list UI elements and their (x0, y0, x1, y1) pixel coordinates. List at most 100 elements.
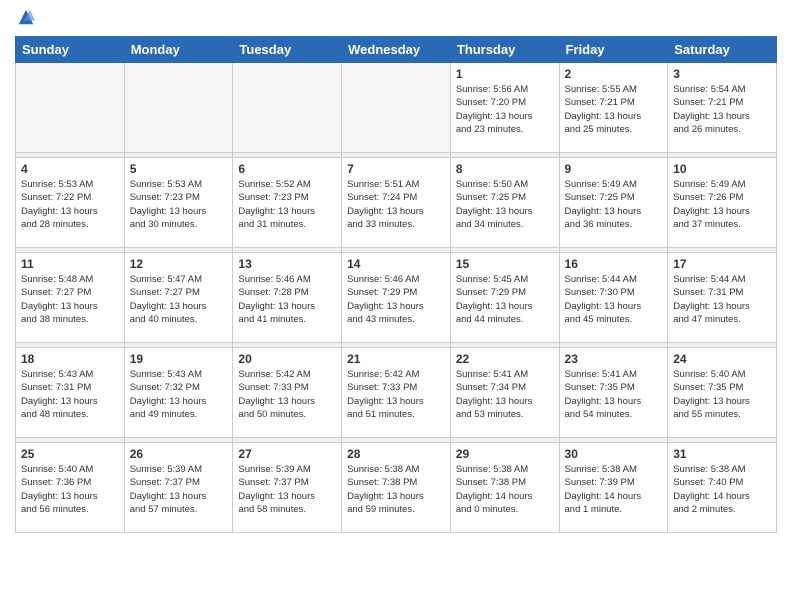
day-number: 18 (21, 352, 119, 366)
day-info: Sunrise: 5:43 AM Sunset: 7:31 PM Dayligh… (21, 368, 119, 421)
logo-icon (17, 8, 35, 26)
calendar-cell: 2 Sunrise: 5:55 AM Sunset: 7:21 PM Daylig… (559, 63, 668, 153)
day-info: Sunrise: 5:42 AM Sunset: 7:33 PM Dayligh… (238, 368, 336, 421)
calendar-week-row: 4 Sunrise: 5:53 AM Sunset: 7:22 PM Daylig… (16, 158, 777, 248)
day-info: Sunrise: 5:44 AM Sunset: 7:30 PM Dayligh… (565, 273, 663, 326)
day-number: 1 (456, 67, 554, 81)
calendar-cell: 13 Sunrise: 5:46 AM Sunset: 7:28 PM Dayli… (233, 253, 342, 343)
calendar-cell: 22 Sunrise: 5:41 AM Sunset: 7:34 PM Dayli… (450, 348, 559, 438)
calendar-cell: 31 Sunrise: 5:38 AM Sunset: 7:40 PM Dayli… (668, 443, 777, 533)
header (15, 10, 777, 28)
calendar-cell: 5 Sunrise: 5:53 AM Sunset: 7:23 PM Daylig… (124, 158, 233, 248)
calendar-cell (124, 63, 233, 153)
calendar-cell: 3 Sunrise: 5:54 AM Sunset: 7:21 PM Daylig… (668, 63, 777, 153)
day-number: 11 (21, 257, 119, 271)
day-info: Sunrise: 5:41 AM Sunset: 7:34 PM Dayligh… (456, 368, 554, 421)
calendar: SundayMondayTuesdayWednesdayThursdayFrid… (15, 36, 777, 533)
calendar-cell: 23Sunrise: 5:41 AM Sunset: 7:35 PM Dayli… (559, 348, 668, 438)
day-number: 12 (130, 257, 228, 271)
logo (15, 10, 35, 28)
day-number: 22 (456, 352, 554, 366)
calendar-cell: 28 Sunrise: 5:38 AM Sunset: 7:38 PM Dayli… (342, 443, 451, 533)
day-info: Sunrise: 5:48 AM Sunset: 7:27 PM Dayligh… (21, 273, 119, 326)
calendar-cell: 4 Sunrise: 5:53 AM Sunset: 7:22 PM Daylig… (16, 158, 125, 248)
day-number: 17 (673, 257, 771, 271)
day-number: 10 (673, 162, 771, 176)
day-info: Sunrise: 5:51 AM Sunset: 7:24 PM Dayligh… (347, 178, 445, 231)
calendar-header-friday: Friday (559, 37, 668, 63)
calendar-cell: 29 Sunrise: 5:38 AM Sunset: 7:38 PM Dayli… (450, 443, 559, 533)
calendar-cell: 6 Sunrise: 5:52 AM Sunset: 7:23 PM Daylig… (233, 158, 342, 248)
day-number: 21 (347, 352, 445, 366)
day-info: Sunrise: 5:39 AM Sunset: 7:37 PM Dayligh… (238, 463, 336, 516)
day-info: Sunrise: 5:38 AM Sunset: 7:38 PM Dayligh… (456, 463, 554, 516)
calendar-cell: 20 Sunrise: 5:42 AM Sunset: 7:33 PM Dayli… (233, 348, 342, 438)
day-info: Sunrise: 5:40 AM Sunset: 7:35 PM Dayligh… (673, 368, 771, 421)
day-info: Sunrise: 5:53 AM Sunset: 7:23 PM Dayligh… (130, 178, 228, 231)
day-info: Sunrise: 5:49 AM Sunset: 7:25 PM Dayligh… (565, 178, 663, 231)
day-number: 9 (565, 162, 663, 176)
calendar-cell: 9 Sunrise: 5:49 AM Sunset: 7:25 PM Daylig… (559, 158, 668, 248)
calendar-header-tuesday: Tuesday (233, 37, 342, 63)
day-info: Sunrise: 5:46 AM Sunset: 7:29 PM Dayligh… (347, 273, 445, 326)
day-number: 14 (347, 257, 445, 271)
day-info: Sunrise: 5:38 AM Sunset: 7:39 PM Dayligh… (565, 463, 663, 516)
calendar-cell: 14 Sunrise: 5:46 AM Sunset: 7:29 PM Dayli… (342, 253, 451, 343)
day-number: 31 (673, 447, 771, 461)
day-number: 15 (456, 257, 554, 271)
calendar-cell: 15 Sunrise: 5:45 AM Sunset: 7:29 PM Dayli… (450, 253, 559, 343)
day-info: Sunrise: 5:49 AM Sunset: 7:26 PM Dayligh… (673, 178, 771, 231)
day-number: 3 (673, 67, 771, 81)
calendar-cell: 16 Sunrise: 5:44 AM Sunset: 7:30 PM Dayli… (559, 253, 668, 343)
day-number: 5 (130, 162, 228, 176)
day-info: Sunrise: 5:43 AM Sunset: 7:32 PM Dayligh… (130, 368, 228, 421)
calendar-cell: 17 Sunrise: 5:44 AM Sunset: 7:31 PM Dayli… (668, 253, 777, 343)
day-number: 6 (238, 162, 336, 176)
day-info: Sunrise: 5:42 AM Sunset: 7:33 PM Dayligh… (347, 368, 445, 421)
calendar-cell (342, 63, 451, 153)
calendar-cell: 1 Sunrise: 5:56 AM Sunset: 7:20 PM Daylig… (450, 63, 559, 153)
day-number: 7 (347, 162, 445, 176)
calendar-cell (233, 63, 342, 153)
day-number: 16 (565, 257, 663, 271)
day-info: Sunrise: 5:47 AM Sunset: 7:27 PM Dayligh… (130, 273, 228, 326)
day-info: Sunrise: 5:38 AM Sunset: 7:40 PM Dayligh… (673, 463, 771, 516)
day-number: 23 (565, 352, 663, 366)
day-info: Sunrise: 5:38 AM Sunset: 7:38 PM Dayligh… (347, 463, 445, 516)
calendar-cell: 10 Sunrise: 5:49 AM Sunset: 7:26 PM Dayli… (668, 158, 777, 248)
day-number: 29 (456, 447, 554, 461)
calendar-cell: 21 Sunrise: 5:42 AM Sunset: 7:33 PM Dayli… (342, 348, 451, 438)
day-number: 19 (130, 352, 228, 366)
day-number: 13 (238, 257, 336, 271)
calendar-week-row: 18 Sunrise: 5:43 AM Sunset: 7:31 PM Dayli… (16, 348, 777, 438)
day-number: 27 (238, 447, 336, 461)
calendar-cell: 25Sunrise: 5:40 AM Sunset: 7:36 PM Dayli… (16, 443, 125, 533)
day-number: 4 (21, 162, 119, 176)
day-number: 25 (21, 447, 119, 461)
calendar-header-wednesday: Wednesday (342, 37, 451, 63)
calendar-week-row: 1 Sunrise: 5:56 AM Sunset: 7:20 PM Daylig… (16, 63, 777, 153)
day-number: 26 (130, 447, 228, 461)
day-info: Sunrise: 5:44 AM Sunset: 7:31 PM Dayligh… (673, 273, 771, 326)
day-info: Sunrise: 5:56 AM Sunset: 7:20 PM Dayligh… (456, 83, 554, 136)
day-number: 20 (238, 352, 336, 366)
calendar-cell: 7 Sunrise: 5:51 AM Sunset: 7:24 PM Daylig… (342, 158, 451, 248)
calendar-cell: 12 Sunrise: 5:47 AM Sunset: 7:27 PM Dayli… (124, 253, 233, 343)
day-number: 8 (456, 162, 554, 176)
day-number: 2 (565, 67, 663, 81)
day-number: 30 (565, 447, 663, 461)
calendar-cell: 11 Sunrise: 5:48 AM Sunset: 7:27 PM Dayli… (16, 253, 125, 343)
calendar-header-row: SundayMondayTuesdayWednesdayThursdayFrid… (16, 37, 777, 63)
day-info: Sunrise: 5:46 AM Sunset: 7:28 PM Dayligh… (238, 273, 336, 326)
day-info: Sunrise: 5:50 AM Sunset: 7:25 PM Dayligh… (456, 178, 554, 231)
day-number: 24 (673, 352, 771, 366)
day-info: Sunrise: 5:52 AM Sunset: 7:23 PM Dayligh… (238, 178, 336, 231)
day-info: Sunrise: 5:39 AM Sunset: 7:37 PM Dayligh… (130, 463, 228, 516)
day-info: Sunrise: 5:54 AM Sunset: 7:21 PM Dayligh… (673, 83, 771, 136)
calendar-cell: 30 Sunrise: 5:38 AM Sunset: 7:39 PM Dayli… (559, 443, 668, 533)
day-info: Sunrise: 5:55 AM Sunset: 7:21 PM Dayligh… (565, 83, 663, 136)
day-number: 28 (347, 447, 445, 461)
day-info: Sunrise: 5:45 AM Sunset: 7:29 PM Dayligh… (456, 273, 554, 326)
calendar-cell: 24 Sunrise: 5:40 AM Sunset: 7:35 PM Dayli… (668, 348, 777, 438)
day-info: Sunrise: 5:53 AM Sunset: 7:22 PM Dayligh… (21, 178, 119, 231)
